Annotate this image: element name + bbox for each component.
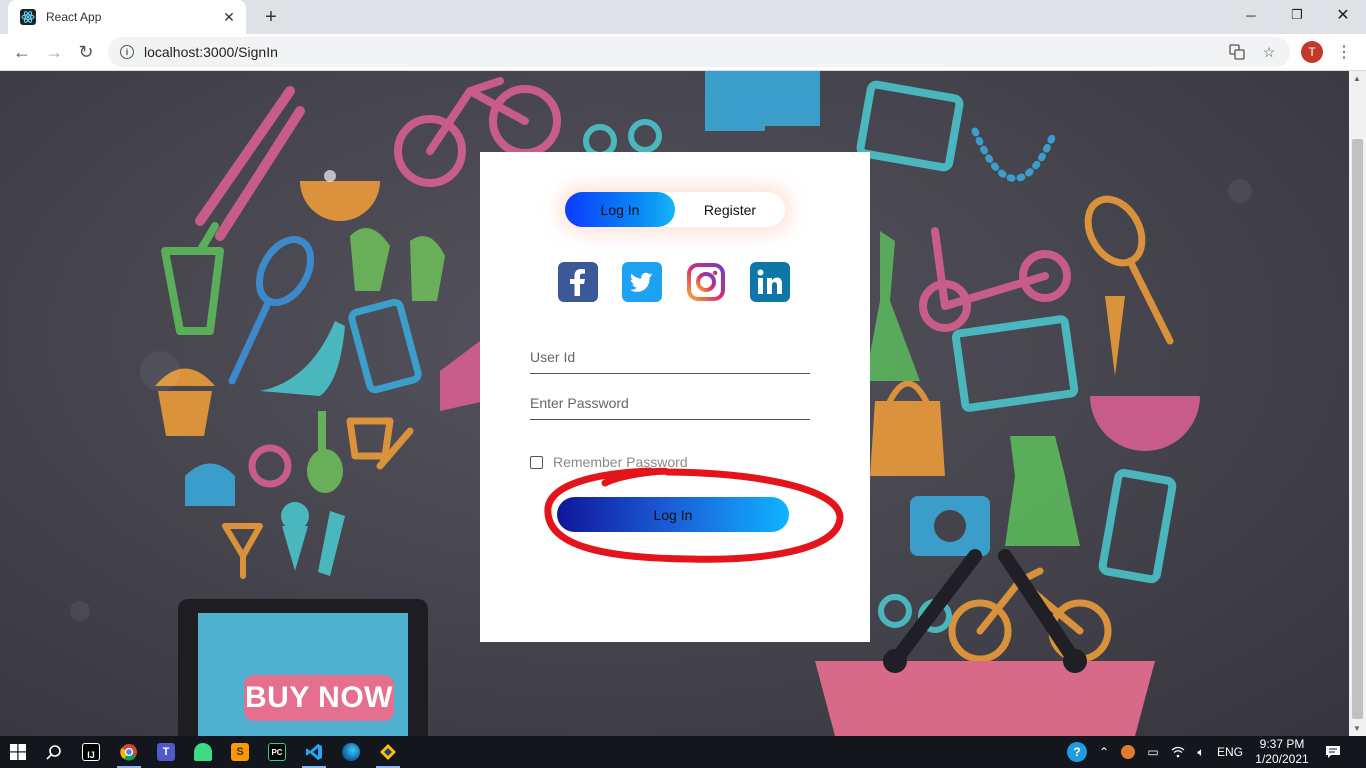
facebook-icon[interactable] (558, 262, 598, 302)
browser-toolbar: ← → ↻ i localhost:3000/SignIn ☆ T ⋮ (0, 34, 1366, 71)
page-scrollbar[interactable]: ▲ ▼ (1349, 71, 1366, 736)
volume-icon[interactable]: 🔈︎ (1190, 736, 1212, 768)
tab-login[interactable]: Log In (565, 192, 675, 227)
intellij-icon[interactable]: IJ (73, 736, 109, 768)
monitor-icon (951, 315, 1079, 412)
browser-menu-icon[interactable]: ⋮ (1334, 41, 1354, 63)
language-indicator[interactable]: ENG (1214, 736, 1246, 768)
tab-register[interactable]: Register (675, 192, 785, 227)
social-login-row (558, 262, 792, 302)
cup-icon (161, 222, 224, 335)
phone-icon (348, 298, 422, 394)
tab-title: React App (46, 10, 102, 24)
cocktail-icon (222, 523, 263, 579)
battery-icon[interactable]: ▭ (1142, 736, 1164, 768)
scroll-down-icon[interactable]: ▼ (1353, 724, 1361, 733)
racket-right-icon (1084, 195, 1174, 345)
twitter-icon[interactable] (622, 262, 662, 302)
camera-icon (910, 496, 990, 556)
skis-icon (195, 86, 305, 241)
tab-close-icon[interactable]: ✕ (218, 6, 240, 28)
login-card: Log In Register Remember Password Log In (480, 152, 870, 642)
remember-password-checkbox[interactable] (530, 455, 543, 469)
buy-now-sign: BUY NOW (244, 675, 394, 721)
window-close-button[interactable]: ✕ (1320, 0, 1366, 30)
remember-password-label: Remember Password (553, 454, 688, 470)
vscode-icon[interactable] (296, 736, 332, 768)
dress-icon (865, 231, 920, 381)
icecream-icon (281, 502, 309, 571)
tray-chevron-icon[interactable]: ⌃ (1094, 736, 1114, 768)
site-info-icon[interactable]: i (120, 45, 134, 59)
clock-time: 9:37 PM (1259, 737, 1305, 751)
bottle-icon (318, 511, 345, 576)
chrome-icon[interactable] (111, 736, 147, 768)
react-favicon-icon (20, 9, 36, 25)
notification-center-icon[interactable] (1320, 736, 1346, 768)
login-submit-button[interactable]: Log In (557, 497, 789, 532)
laptop-icon (856, 80, 964, 172)
linkedin-icon[interactable] (750, 262, 790, 302)
window-minimize-button[interactable]: ─ (1228, 0, 1274, 30)
sourcetree-icon[interactable] (370, 736, 406, 768)
auth-toggle: Log In Register (565, 192, 785, 227)
wifi-icon[interactable] (1167, 736, 1189, 768)
racket-icon (228, 236, 315, 385)
scroll-up-icon[interactable]: ▲ (1353, 74, 1361, 83)
ring-icon (248, 444, 292, 488)
address-bar[interactable]: i localhost:3000/SignIn ☆ (108, 37, 1290, 67)
bowl-icon (300, 170, 380, 221)
back-arrow-icon[interactable]: ← (8, 38, 36, 66)
system-clock[interactable]: 9:37 PM 1/20/2021 (1250, 737, 1314, 767)
edge-icon[interactable] (333, 736, 369, 768)
mittens-icon (350, 228, 445, 301)
cheese-icon (440, 341, 485, 411)
tanktop-icon (1005, 436, 1080, 546)
remember-password-row[interactable]: Remember Password (530, 454, 688, 470)
teacup-icon (346, 417, 414, 470)
glasses-icon (583, 119, 662, 158)
page-viewport: BUY NOW Log In Register User Id Remember… (0, 71, 1349, 736)
necklace-icon (971, 127, 1059, 182)
clock-date: 1/20/2021 (1255, 752, 1309, 766)
bread-icon (185, 463, 235, 506)
android-studio-icon[interactable] (185, 736, 221, 768)
tablet-screen: BUY NOW (198, 613, 408, 736)
browser-titlebar: React App ✕ + ─ ❐ ✕ (0, 0, 1366, 34)
salad-bowl-icon (1090, 396, 1200, 451)
help-icon[interactable]: ? (1064, 736, 1090, 768)
pycharm-icon[interactable]: PC (259, 736, 295, 768)
search-icon[interactable] (36, 736, 72, 768)
tray-app-icon[interactable] (1117, 736, 1139, 768)
scooter-icon (919, 227, 1071, 332)
windows-taskbar: IJ T S PC ? ⌃ ▭ 🔈︎ ENG 9:37 PM 1/20/2021 (0, 736, 1366, 768)
sublime-icon[interactable]: S (222, 736, 258, 768)
reload-icon[interactable]: ↻ (72, 38, 100, 66)
scrollbar-thumb[interactable] (1352, 139, 1363, 719)
profile-avatar[interactable]: T (1301, 41, 1323, 63)
user-id-input[interactable] (530, 340, 810, 374)
bookmark-star-icon[interactable]: ☆ (1258, 41, 1280, 63)
window-restore-button[interactable]: ❐ (1274, 0, 1320, 30)
shoe-icon (260, 321, 345, 396)
new-tab-button[interactable]: + (258, 4, 284, 30)
instagram-icon[interactable] (686, 262, 726, 302)
bag-icon (705, 71, 820, 131)
tablet-illustration: BUY NOW (178, 599, 428, 736)
start-icon[interactable] (0, 736, 36, 768)
teams-icon[interactable]: T (148, 736, 184, 768)
phone-right-icon (1098, 469, 1177, 584)
password-input[interactable] (530, 386, 810, 420)
forward-arrow-icon[interactable]: → (40, 38, 68, 66)
carrot-icon (1105, 296, 1125, 376)
translate-icon[interactable] (1226, 41, 1248, 63)
handbag-icon (870, 380, 945, 476)
browser-tab[interactable]: React App ✕ (8, 0, 246, 34)
guitar-icon (307, 411, 343, 493)
url-text[interactable]: localhost:3000/SignIn (144, 44, 1226, 60)
